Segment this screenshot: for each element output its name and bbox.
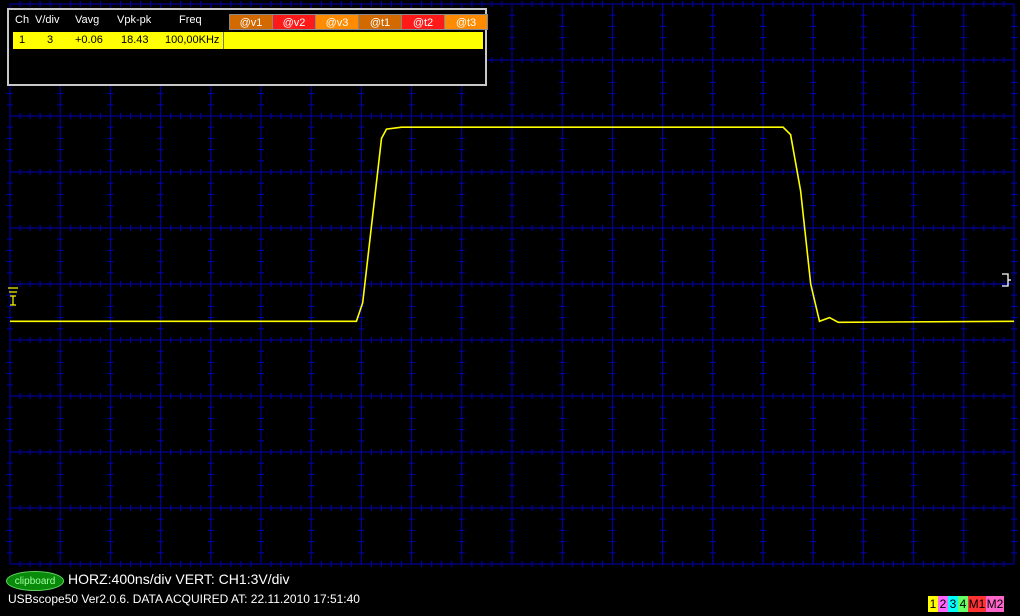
status-text: USBscope50 Ver2.0.6. DATA ACQUIRED AT: 2… xyxy=(8,592,360,606)
measurement-header: Ch V/div Vavg Vpk-pk Freq @v1 @v2 @v3 @t1 @t… xyxy=(13,12,488,30)
channel-button-m1[interactable]: M1 xyxy=(968,596,986,612)
channel-button-3[interactable]: 3 xyxy=(948,596,958,612)
header-vavg: Vavg xyxy=(75,14,100,26)
marker-button-v3[interactable]: @v3 xyxy=(315,14,359,30)
header-vdiv: V/div xyxy=(35,14,60,26)
header-freq: Freq xyxy=(179,14,202,26)
marker-button-t2[interactable]: @t2 xyxy=(401,14,445,30)
trigger-marker-icon[interactable] xyxy=(1000,272,1012,288)
header-vpkpk: Vpk-pk xyxy=(117,14,152,26)
ground-marker-icon[interactable] xyxy=(6,285,20,307)
marker-button-v1[interactable]: @v1 xyxy=(229,14,273,30)
marker-button-t3[interactable]: @t3 xyxy=(444,14,488,30)
row-vavg: +0.06 xyxy=(75,34,103,46)
row-vpkpk: 18.43 xyxy=(121,34,149,46)
scope-display: Ch V/div Vavg Vpk-pk Freq @v1 @v2 @v3 @t1 @t… xyxy=(0,0,1020,616)
clipboard-button[interactable]: clipboard xyxy=(6,571,64,591)
row-separator xyxy=(223,32,224,49)
timebase-readout: HORZ:400ns/div VERT: CH1:3V/div xyxy=(68,571,290,587)
row-freq: 100,00KHz xyxy=(165,34,220,46)
measurement-panel: Ch V/div Vavg Vpk-pk Freq @v1 @v2 @v3 @t1 @t… xyxy=(7,8,488,86)
marker-button-v2[interactable]: @v2 xyxy=(272,14,316,30)
marker-button-t1[interactable]: @t1 xyxy=(358,14,402,30)
channel-button-1[interactable]: 1 xyxy=(928,596,938,612)
channel-button-2[interactable]: 2 xyxy=(938,596,948,612)
row-vdiv: 3 xyxy=(47,34,54,46)
channel-selector: 1 2 3 4 M1 M2 xyxy=(928,596,1014,612)
measurement-row: 1 3 +0.06 18.43 100,00KHz xyxy=(13,32,483,49)
header-ch: Ch xyxy=(15,14,30,26)
row-ch: 1 xyxy=(19,34,26,46)
footer-bar: clipboard HORZ:400ns/div VERT: CH1:3V/di… xyxy=(0,567,1020,616)
channel-button-m2[interactable]: M2 xyxy=(986,596,1004,612)
channel-button-4[interactable]: 4 xyxy=(958,596,968,612)
